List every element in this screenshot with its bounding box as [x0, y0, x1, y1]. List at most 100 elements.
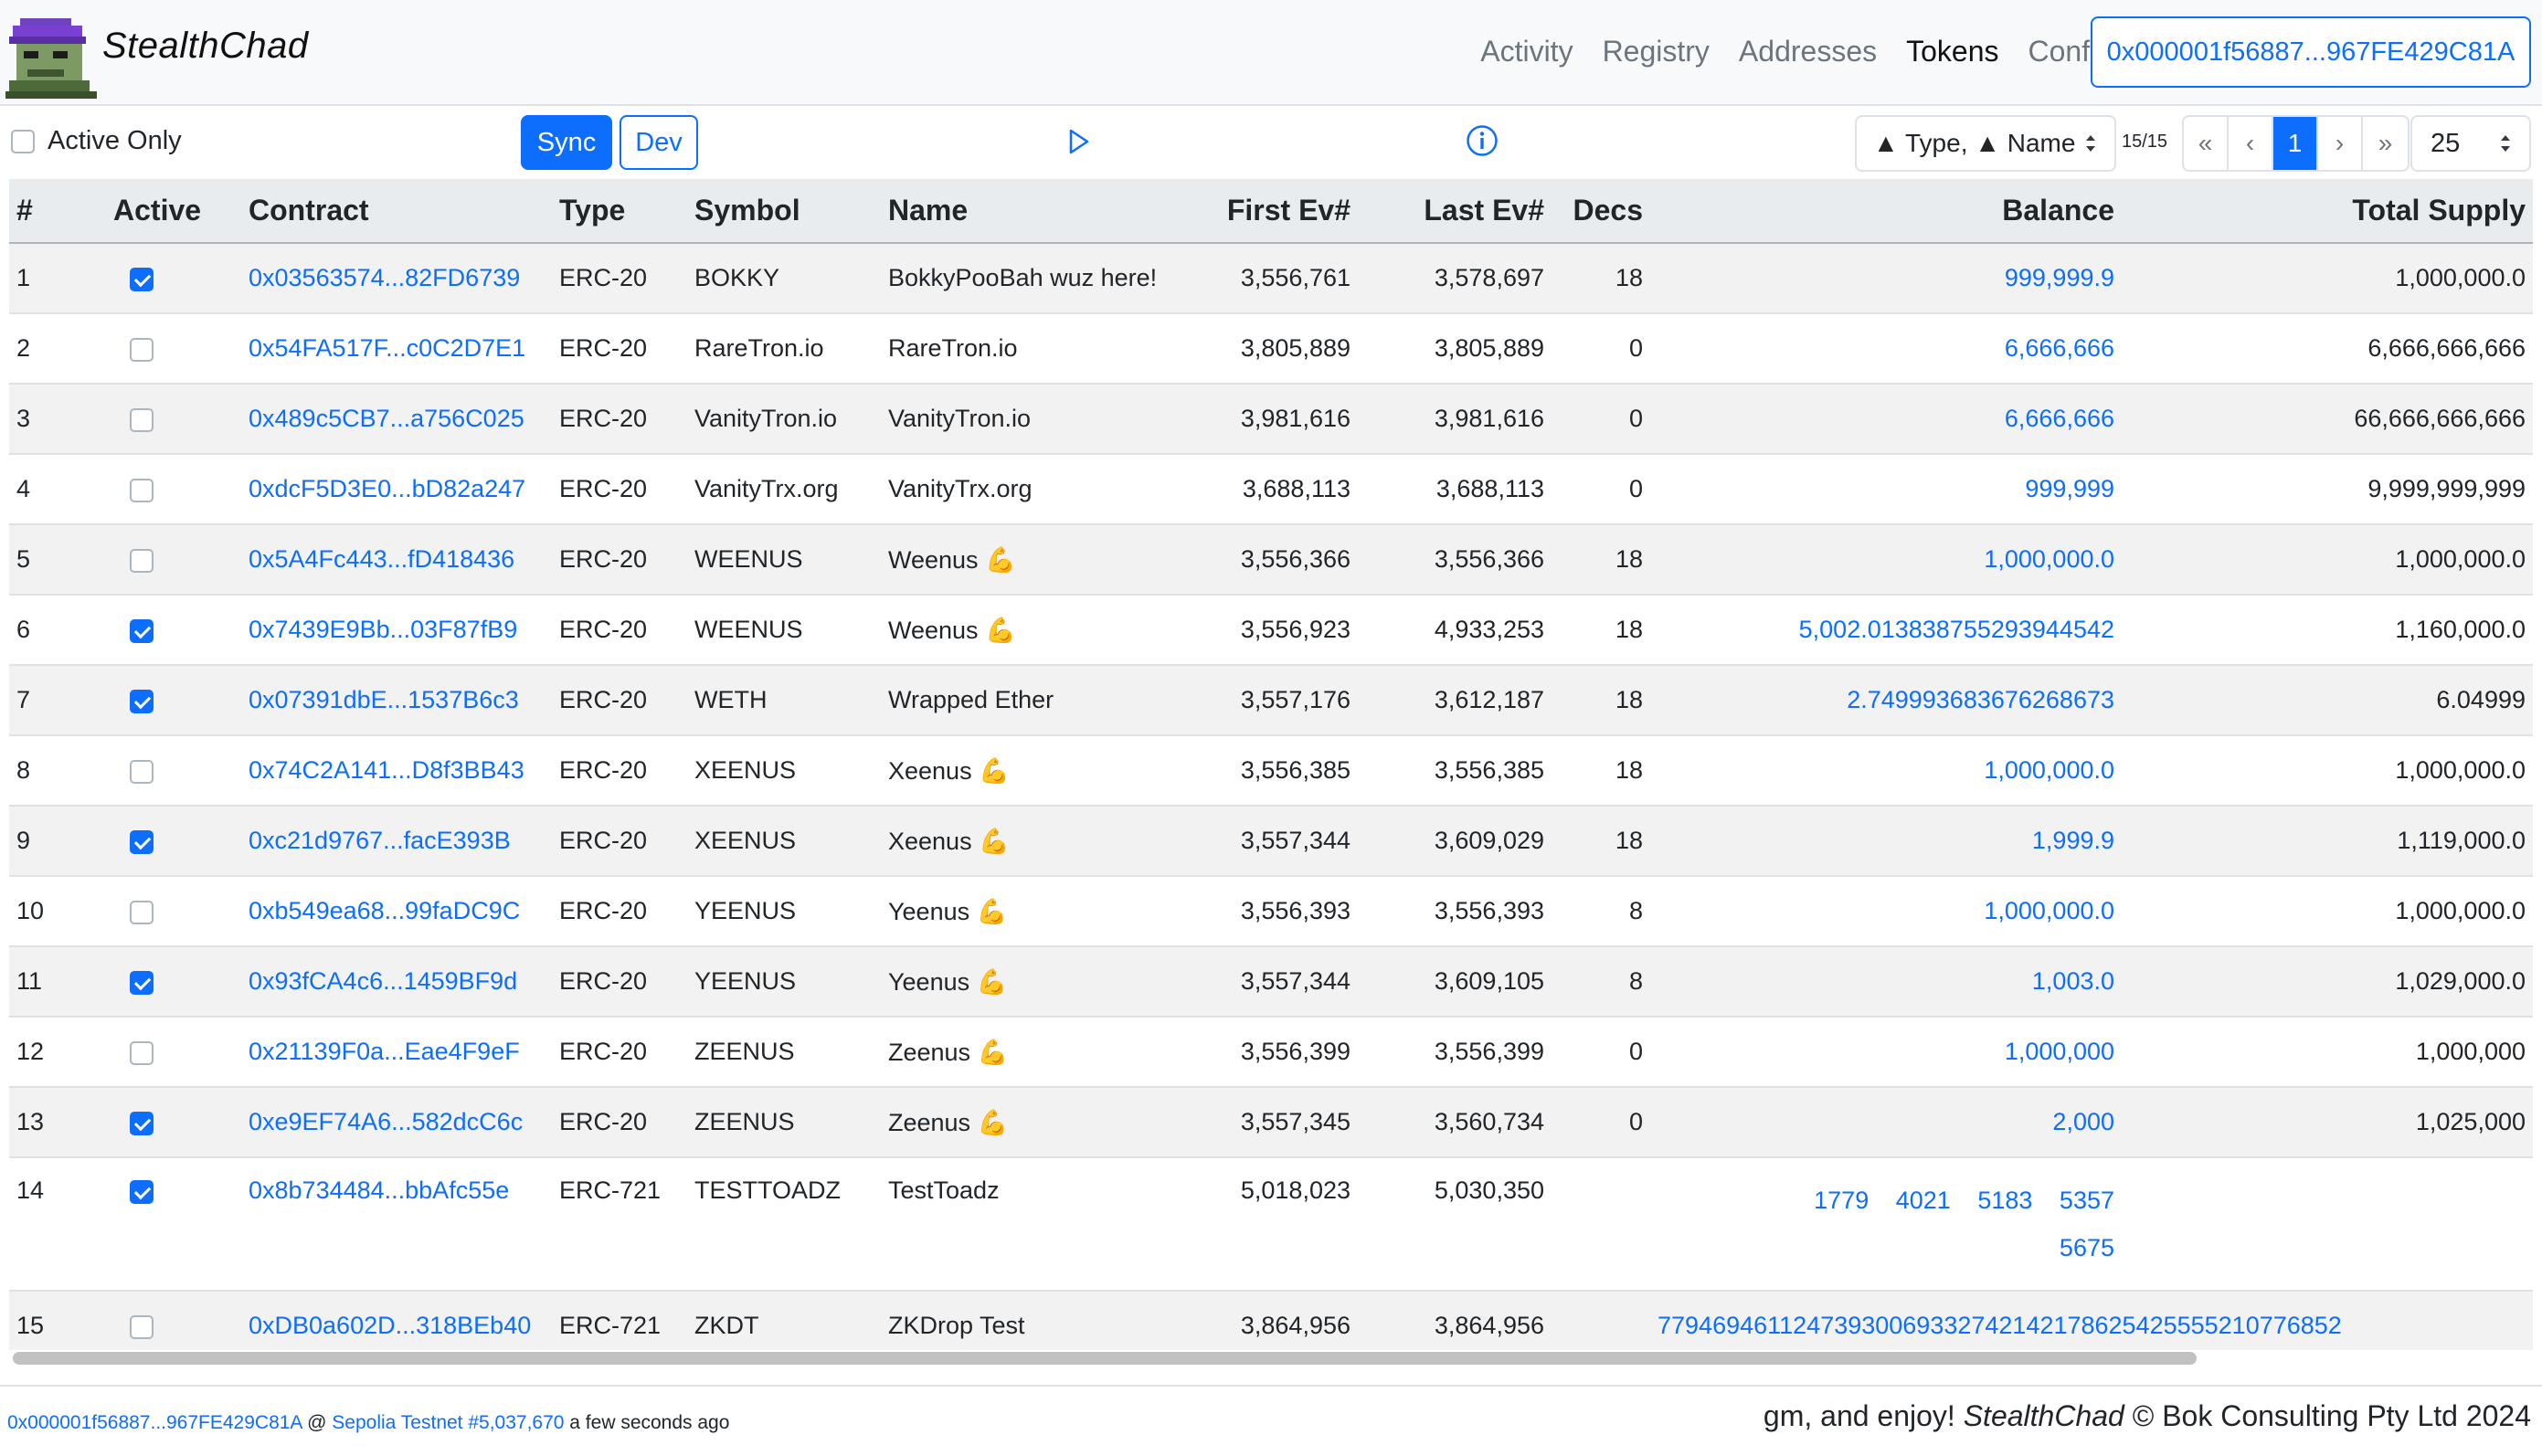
pager-page-1-button[interactable]: 1 [2273, 117, 2318, 170]
cell-contract-text[interactable]: 0x8b734484...bbAfc55e [249, 1176, 509, 1204]
logo-icon[interactable] [5, 18, 97, 99]
cell-contract-text[interactable]: 0x5A4Fc443...fD418436 [249, 545, 514, 573]
footer-account-link[interactable]: 0x000001f56887...967FE429C81A [7, 1412, 302, 1433]
active-checkbox[interactable] [130, 478, 154, 502]
cell-balance[interactable]: 6,666,666 [1650, 313, 2122, 385]
pager-last-button[interactable]: » [2363, 117, 2408, 170]
active-checkbox[interactable] [130, 1040, 154, 1065]
nft-id-link[interactable]: 4021 [1896, 1187, 1951, 1214]
cell-contract-text[interactable]: 0xdcF5D3E0...bD82a247 [249, 475, 525, 502]
active-checkbox[interactable] [130, 618, 154, 643]
horizontal-scrollbar[interactable] [13, 1352, 2197, 1365]
cell-balance-text[interactable]: 7794694611247393006933274214217862542555… [1658, 1312, 2342, 1339]
col-header-last-ev[interactable]: Last Ev# [1358, 179, 1552, 244]
cell-balance-text[interactable]: 1,999.9 [2032, 827, 2114, 854]
col-header-active[interactable]: Active [106, 179, 241, 244]
cell-contract[interactable]: 0xb549ea68...99faDC9C [241, 876, 552, 947]
active-checkbox[interactable] [130, 1179, 154, 1204]
cell-contract-text[interactable]: 0xb549ea68...99faDC9C [249, 897, 520, 924]
cell-contract[interactable]: 0x74C2A141...D8f3BB43 [241, 735, 552, 807]
active-only-label[interactable]: Active Only [48, 126, 182, 156]
pager-prev-button[interactable]: ‹ [2229, 117, 2273, 170]
sync-button[interactable]: Sync [521, 115, 612, 170]
active-checkbox[interactable] [130, 759, 154, 784]
cell-contract[interactable]: 0x489c5CB7...a756C025 [241, 384, 552, 455]
cell-contract[interactable]: 0x07391dbE...1537B6c3 [241, 665, 552, 736]
cell-contract[interactable]: 0x7439E9Bb...03F87fB9 [241, 595, 552, 666]
play-icon[interactable] [1067, 128, 1091, 155]
pager-next-button[interactable]: › [2318, 117, 2363, 170]
col-header-total-supply[interactable]: Total Supply [2122, 179, 2533, 244]
info-icon[interactable] [1466, 124, 1499, 157]
cell-contract-text[interactable]: 0x21139F0a...Eae4F9eF [249, 1038, 520, 1065]
nav-tokens[interactable]: Tokens [1906, 35, 1998, 69]
cell-balance-text[interactable]: 2.749993683676268673 [1847, 686, 2114, 713]
active-checkbox[interactable] [130, 829, 154, 854]
cell-balance-text[interactable]: 2,000 [2052, 1108, 2114, 1135]
cell-contract-text[interactable]: 0x7439E9Bb...03F87fB9 [249, 616, 517, 643]
active-checkbox[interactable] [130, 407, 154, 432]
cell-contract[interactable]: 0x54FA517F...c0C2D7E1 [241, 313, 552, 385]
active-checkbox[interactable] [130, 900, 154, 924]
cell-contract[interactable]: 0x8b734484...bbAfc55e [241, 1157, 552, 1292]
nft-id-link[interactable]: 5675 [2060, 1234, 2114, 1261]
cell-balance[interactable]: 1,000,000.0 [1650, 735, 2122, 807]
col-header-contract[interactable]: Contract [241, 179, 552, 244]
col-header-type[interactable]: Type [552, 179, 687, 244]
page-size-select[interactable]: 25 [2410, 115, 2531, 172]
cell-contract[interactable]: 0x21139F0a...Eae4F9eF [241, 1017, 552, 1088]
active-checkbox[interactable] [130, 267, 154, 291]
cell-contract-text[interactable]: 0x489c5CB7...a756C025 [249, 405, 524, 432]
cell-balance-text[interactable]: 6,666,666 [2005, 334, 2114, 362]
active-checkbox[interactable] [130, 689, 154, 713]
cell-contract[interactable]: 0x03563574...82FD6739 [241, 243, 552, 314]
cell-contract[interactable]: 0x5A4Fc443...fD418436 [241, 524, 552, 596]
col-header-symbol[interactable]: Symbol [687, 179, 881, 244]
cell-balance[interactable]: 1,000,000 [1650, 1017, 2122, 1088]
col-header-decs[interactable]: Decs [1552, 179, 1650, 244]
cell-balance[interactable]: 999,999 [1650, 454, 2122, 525]
footer-network-link[interactable]: Sepolia Testnet #5,037,670 [332, 1412, 564, 1433]
active-checkbox[interactable] [130, 1314, 154, 1339]
pager-first-button[interactable]: « [2184, 117, 2229, 170]
col-header-balance[interactable]: Balance [1650, 179, 2122, 244]
cell-contract[interactable]: 0xc21d9767...facE393B [241, 806, 552, 877]
brand-title[interactable]: StealthChad [102, 26, 309, 67]
cell-balance[interactable]: 2,000 [1650, 1087, 2122, 1158]
cell-balance-text[interactable]: 1,000,000.0 [1984, 756, 2114, 784]
cell-contract[interactable]: 0xdcF5D3E0...bD82a247 [241, 454, 552, 525]
cell-balance[interactable]: 1,003.0 [1650, 946, 2122, 1018]
active-checkbox[interactable] [130, 970, 154, 995]
nft-id-link[interactable]: 5357 [2060, 1187, 2114, 1214]
cell-balance-text[interactable]: 1,003.0 [2032, 967, 2114, 995]
cell-balance-text[interactable]: 6,666,666 [2005, 405, 2114, 432]
active-only-checkbox[interactable] [11, 130, 35, 153]
account-button[interactable]: 0x000001f56887...967FE429C81A [2091, 16, 2531, 88]
active-checkbox[interactable] [130, 548, 154, 573]
cell-balance[interactable]: 999,999.9 [1650, 243, 2122, 314]
cell-contract-text[interactable]: 0x07391dbE...1537B6c3 [249, 686, 519, 713]
sort-select[interactable]: ▲ Type, ▲ Name [1855, 115, 2116, 172]
col-header-first-ev[interactable]: First Ev# [1166, 179, 1358, 244]
cell-balance[interactable]: 7794694611247393006933274214217862542555… [1650, 1291, 2342, 1350]
cell-balance-text[interactable]: 1,000,000 [2005, 1038, 2114, 1065]
cell-contract[interactable]: 0xDB0a602D...318BEb40 [241, 1291, 552, 1350]
active-checkbox[interactable] [130, 337, 154, 362]
dev-button[interactable]: Dev [620, 115, 698, 170]
nft-id-link[interactable]: 5183 [1977, 1187, 2032, 1214]
cell-balance[interactable]: 1,999.9 [1650, 806, 2122, 877]
cell-contract-text[interactable]: 0x93fCA4c6...1459BF9d [249, 967, 517, 995]
cell-balance[interactable]: 5,002.013838755293944542 [1650, 595, 2122, 666]
cell-contract[interactable]: 0xe9EF74A6...582dcC6c [241, 1087, 552, 1158]
cell-contract-text[interactable]: 0x54FA517F...c0C2D7E1 [249, 334, 525, 362]
col-header-name[interactable]: Name [881, 179, 1166, 244]
nav-registry[interactable]: Registry [1603, 35, 1710, 69]
cell-balance-text[interactable]: 1,000,000.0 [1984, 545, 2114, 573]
cell-balance-text[interactable]: 1,000,000.0 [1984, 897, 2114, 924]
cell-balance[interactable]: 1,000,000.0 [1650, 524, 2122, 596]
cell-contract-text[interactable]: 0x03563574...82FD6739 [249, 264, 520, 291]
cell-contract[interactable]: 0x93fCA4c6...1459BF9d [241, 946, 552, 1018]
cell-contract-text[interactable]: 0xc21d9767...facE393B [249, 827, 511, 854]
cell-balance[interactable]: 1,000,000.0 [1650, 876, 2122, 947]
nft-id-link[interactable]: 1779 [1814, 1187, 1869, 1214]
